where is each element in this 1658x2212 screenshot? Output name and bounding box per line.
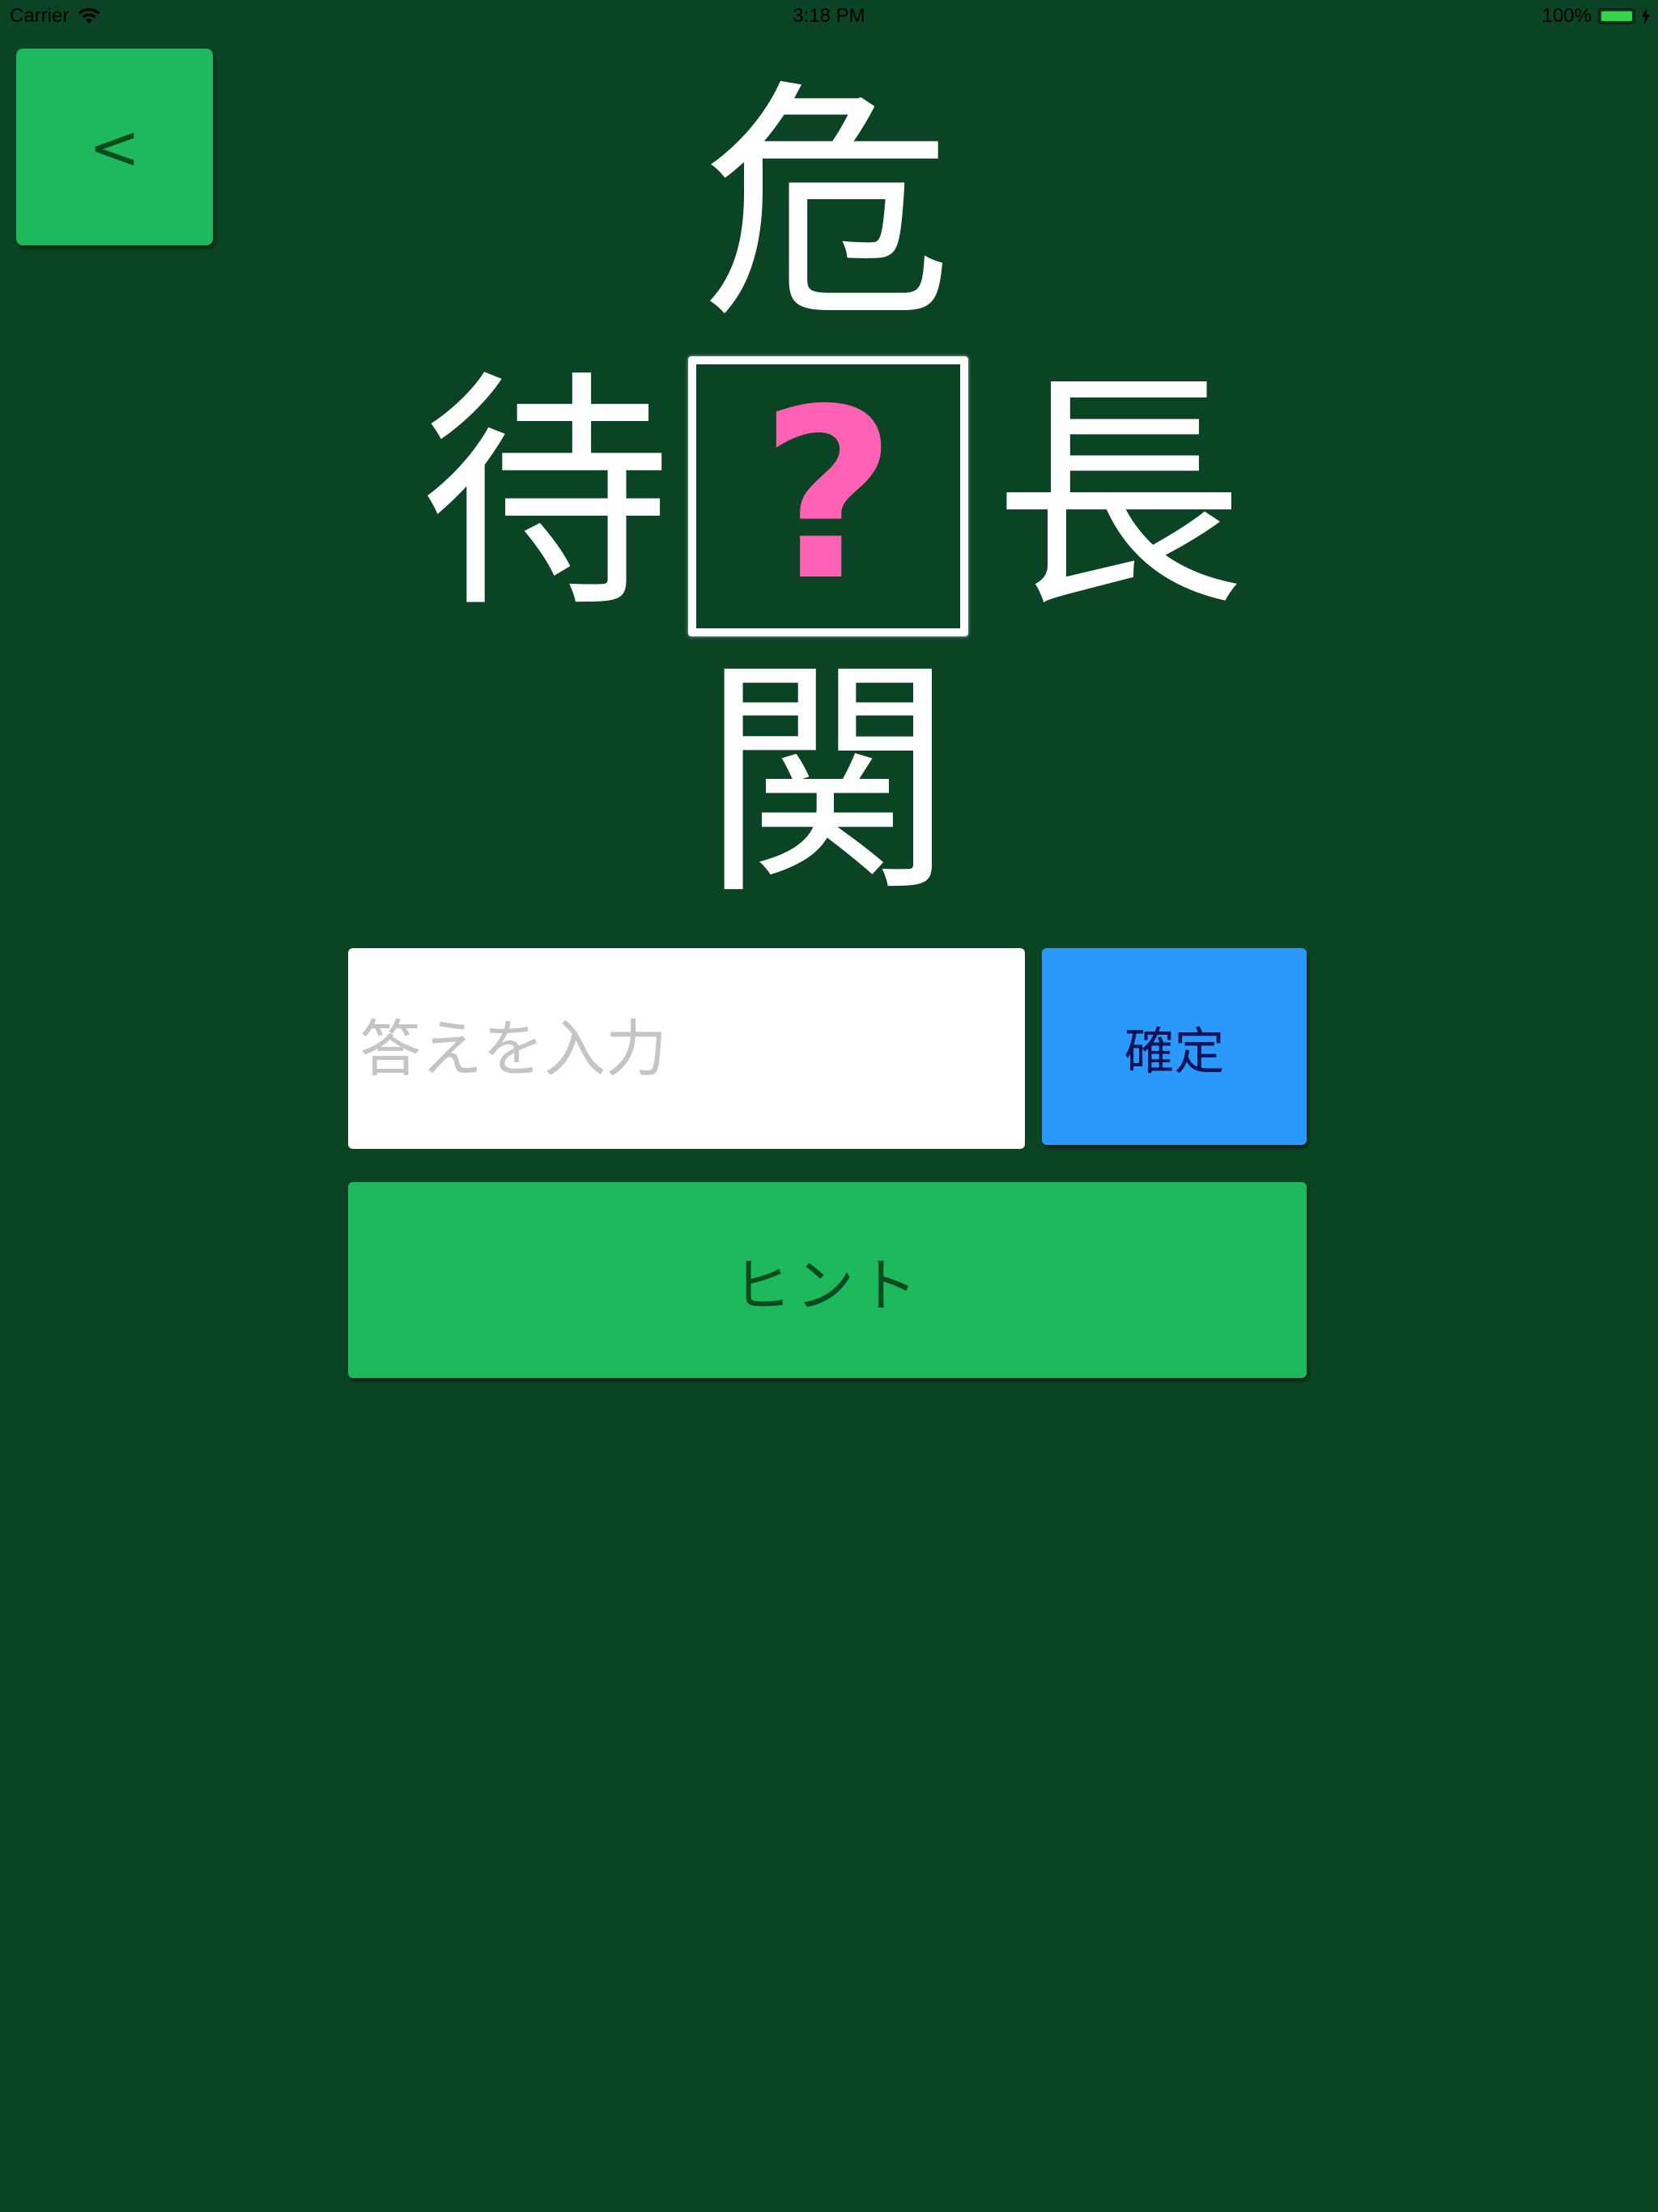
kanji-right: 長 (993, 350, 1244, 642)
battery-icon (1598, 8, 1635, 24)
status-battery: 100% (1542, 5, 1650, 28)
kanji-top: 危 (702, 60, 953, 352)
question-mark: ? (759, 359, 897, 632)
kanji-bottom: 関 (702, 636, 953, 929)
battery-percent: 100% (1541, 5, 1592, 27)
unknown-kanji-box: ? (688, 356, 968, 636)
charging-bolt-icon (1642, 8, 1650, 24)
back-button[interactable]: < (16, 49, 213, 245)
status-time: 3:18 PM (793, 5, 865, 27)
hint-button[interactable]: ヒント (348, 1182, 1307, 1378)
battery-fill (1601, 11, 1632, 21)
confirm-button[interactable]: 確定 (1042, 948, 1307, 1145)
kanji-left: 待 (420, 350, 671, 642)
answer-input[interactable] (348, 948, 1025, 1149)
status-bar: Carrier 3:18 PM 100% (0, 0, 1658, 32)
